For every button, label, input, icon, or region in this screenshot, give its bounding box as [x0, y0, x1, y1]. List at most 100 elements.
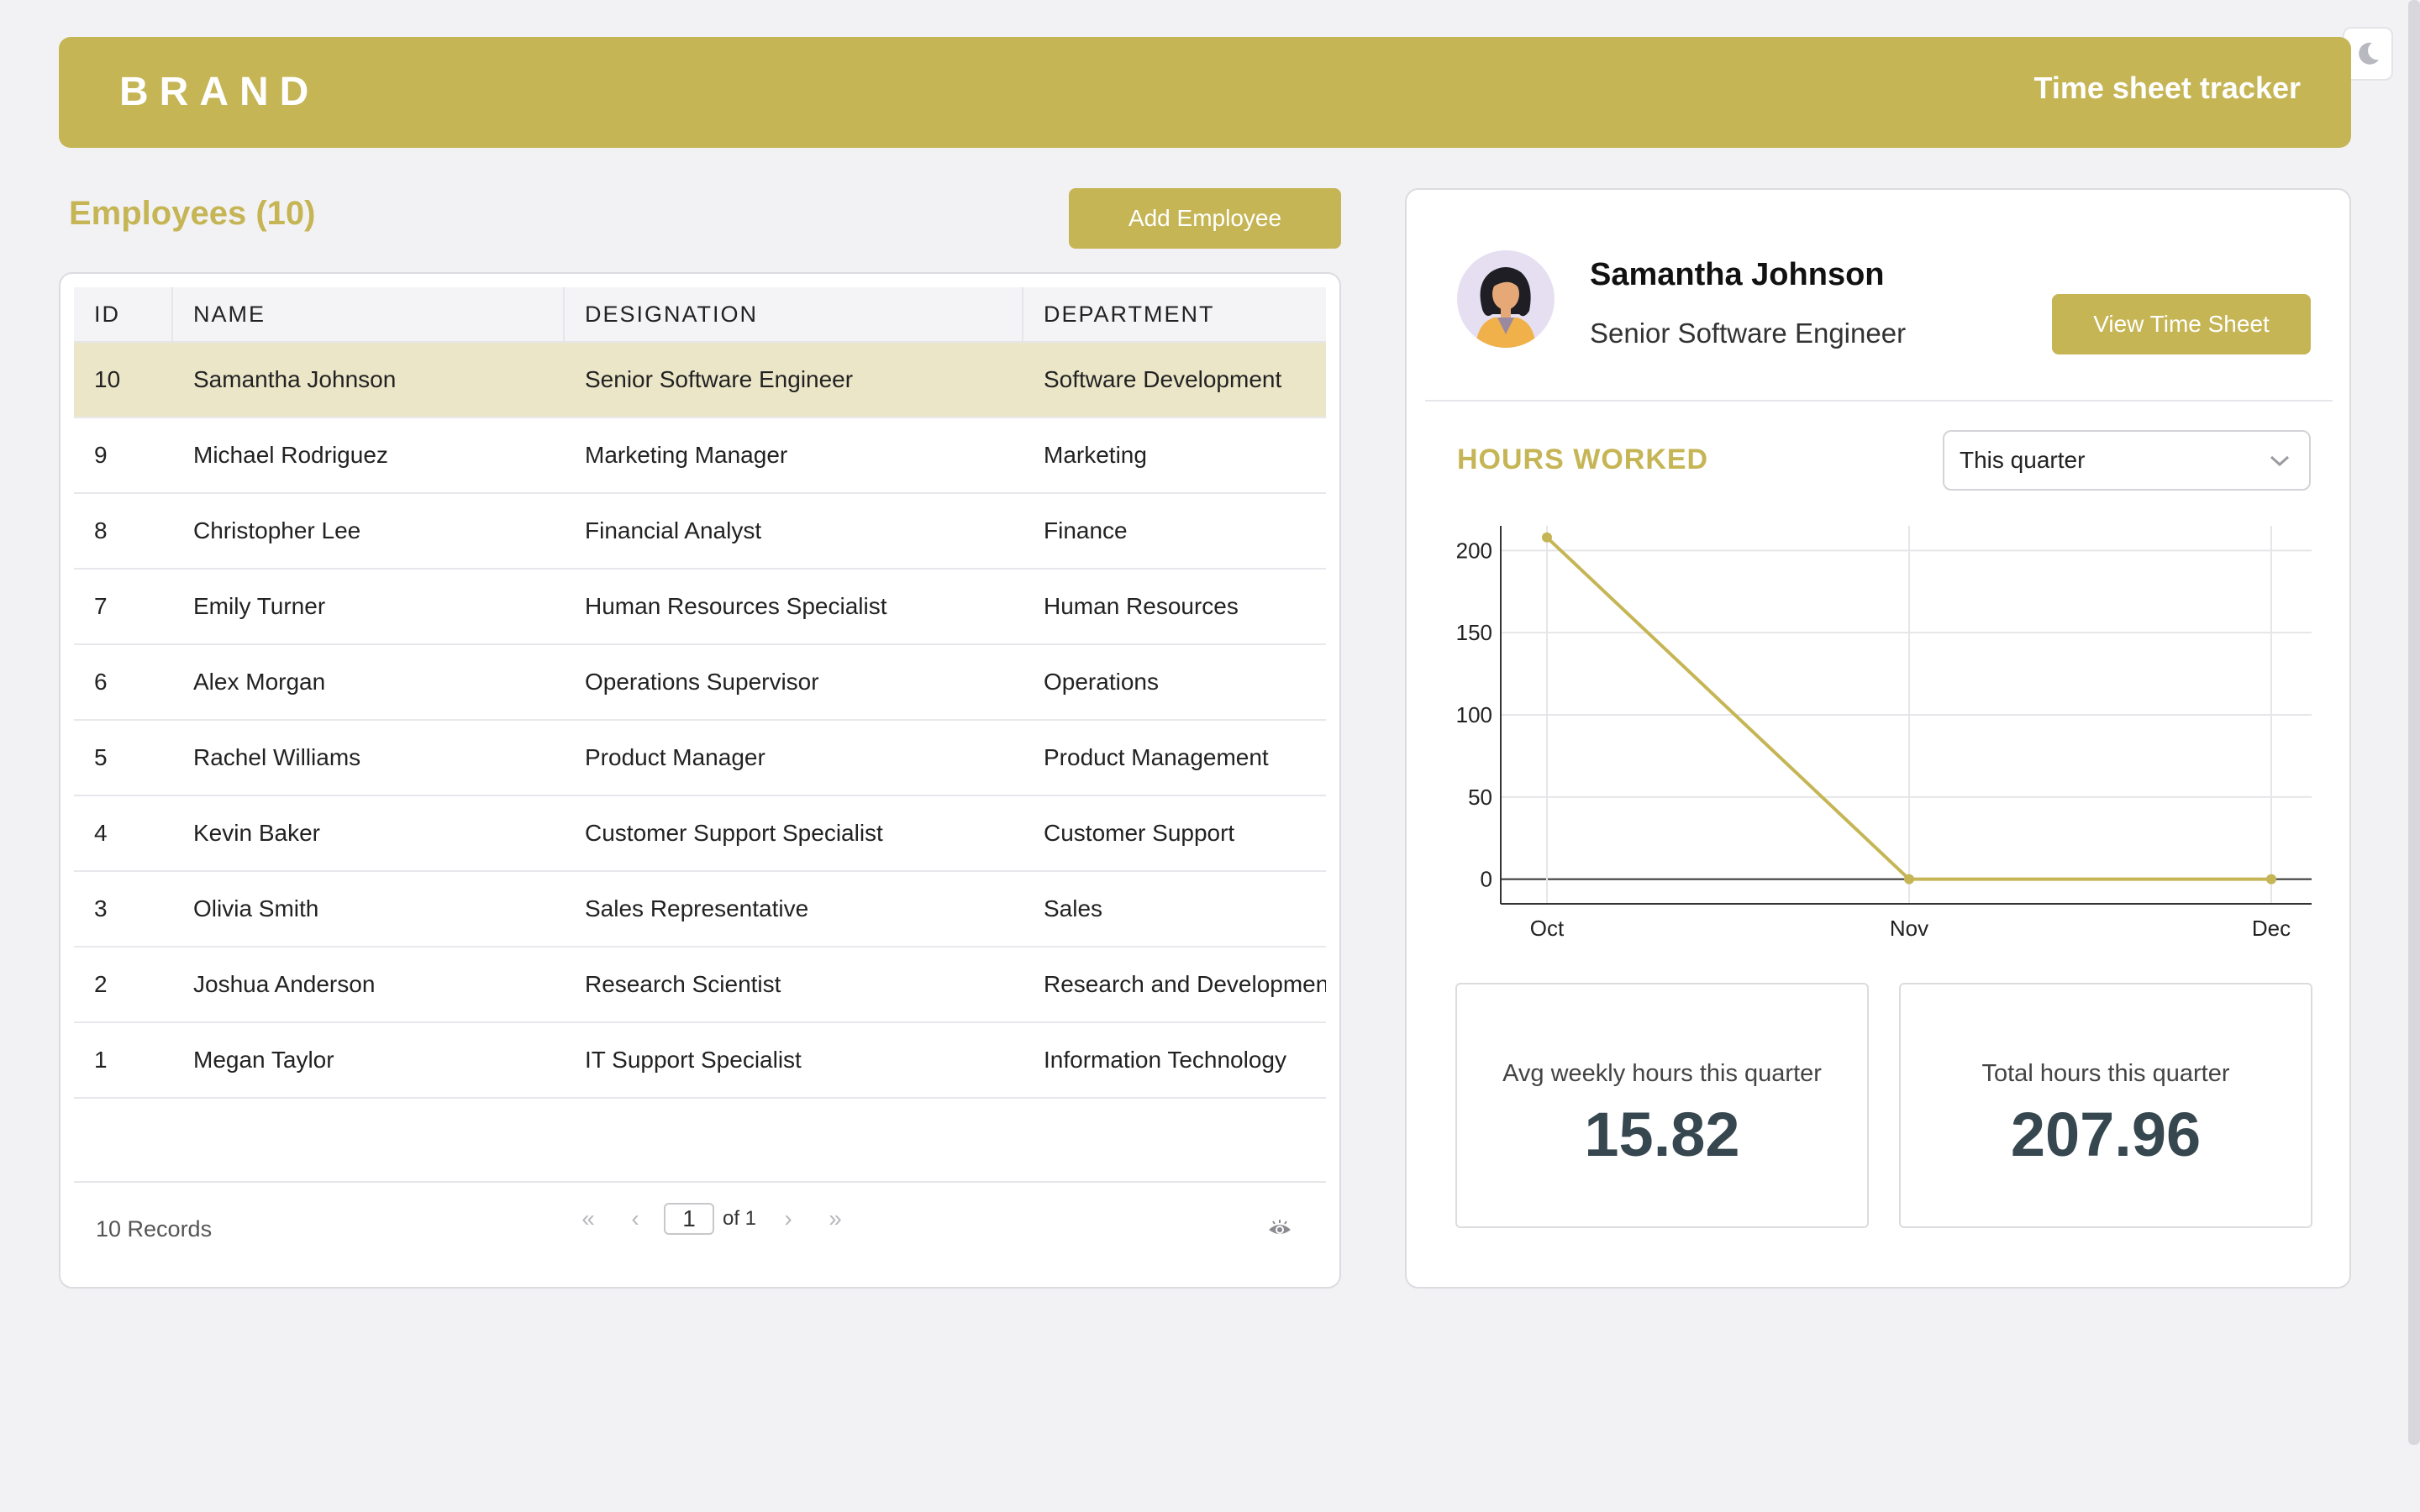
page-input[interactable]: 1 [664, 1203, 714, 1235]
cell-designation: Marketing Manager [585, 442, 788, 468]
brand-logo: BRAND [119, 70, 320, 114]
stat-value: 207.96 [2010, 1100, 2202, 1169]
x-tick-label: Dec [2252, 916, 2291, 941]
view-time-sheet-button[interactable]: View Time Sheet [2052, 294, 2311, 354]
hours-worked-chart: 0 50 100 150 200 Oct Nov Dec [1456, 526, 2312, 941]
x-tick-label: Nov [1890, 916, 1928, 941]
add-employee-button[interactable]: Add Employee [1069, 188, 1341, 249]
table-row[interactable]: 5 Rachel Williams Product Manager Product M… [74, 721, 1326, 796]
cell-name: Megan Taylor [193, 1047, 334, 1073]
table-footer-divider [74, 1181, 1326, 1183]
cell-designation: Product Manager [585, 744, 765, 770]
table-header: ID NAME DESIGNATION DEPARTMENT [74, 287, 1326, 343]
table-row[interactable]: 4 Kevin Baker Customer Support Specialist C… [74, 796, 1326, 872]
cell-department: Operations [1044, 669, 1159, 695]
y-tick-label: 150 [1456, 620, 1492, 645]
period-select-value: This quarter [1960, 447, 2086, 473]
table-row[interactable]: 10 Samantha Johnson Senior Software Engine… [74, 343, 1326, 418]
employees-title: Employees (10) [69, 195, 316, 232]
cell-designation: Customer Support Specialist [585, 820, 883, 846]
cell-name: Olivia Smith [193, 895, 319, 921]
table-body: 10 Samantha Johnson Senior Software Engine… [74, 343, 1326, 1099]
cell-name: Kevin Baker [193, 820, 320, 846]
cell-id: 9 [94, 442, 108, 468]
employees-table-card: ID NAME DESIGNATION DEPARTMENT 10 Samanth… [59, 272, 1341, 1289]
table-row[interactable]: 6 Alex Morgan Operations Supervisor Operati… [74, 645, 1326, 721]
column-header-designation[interactable]: DESIGNATION [565, 287, 1023, 341]
page-total: of 1 [723, 1207, 757, 1230]
y-tick-label: 200 [1456, 538, 1492, 563]
cell-name: Michael Rodriguez [193, 442, 388, 468]
cell-id: 8 [94, 517, 108, 543]
table-row[interactable]: 7 Emily Turner Human Resources Specialist H… [74, 570, 1326, 645]
cell-name: Joshua Anderson [193, 971, 376, 997]
total-hours-stat: Total hours this quarter 207.96 [1899, 983, 2312, 1228]
cell-id: 7 [94, 593, 108, 619]
stat-label: Avg weekly hours this quarter [1502, 1060, 1822, 1087]
eye-icon [1269, 1220, 1291, 1234]
cell-department: Research and Developmen [1044, 971, 1326, 997]
cell-id: 6 [94, 669, 108, 695]
stat-label: Total hours this quarter [1981, 1060, 2230, 1087]
column-header-department[interactable]: DEPARTMENT [1023, 287, 1326, 341]
avatar [1457, 250, 1555, 348]
table-row[interactable]: 2 Joshua Anderson Research Scientist Resear… [74, 948, 1326, 1023]
table-row[interactable]: 8 Christopher Lee Financial Analyst Finance [74, 494, 1326, 570]
next-page-button[interactable]: › [765, 1205, 812, 1232]
detail-divider [1425, 400, 2333, 402]
data-point [1542, 532, 1552, 543]
cell-designation: Sales Representative [585, 895, 809, 921]
stat-value: 15.82 [1584, 1100, 1740, 1169]
cell-name: Alex Morgan [193, 669, 326, 695]
cell-id: 10 [94, 366, 121, 392]
column-header-id[interactable]: ID [74, 287, 173, 341]
records-count: 10 Records [96, 1216, 213, 1242]
cell-department: Product Management [1044, 744, 1269, 770]
employee-role: Senior Software Engineer [1590, 318, 1907, 349]
pagination: « ‹ 1 of 1 › » [565, 1203, 859, 1235]
data-point [1904, 874, 1914, 885]
cell-department: Marketing [1044, 442, 1147, 468]
cell-id: 2 [94, 971, 108, 997]
cell-department: Software Development [1044, 366, 1282, 392]
column-header-name[interactable]: NAME [173, 287, 565, 341]
avg-weekly-hours-stat: Avg weekly hours this quarter 15.82 [1455, 983, 1869, 1228]
cell-name: Emily Turner [193, 593, 326, 619]
moon-icon [2359, 42, 2379, 65]
employee-name: Samantha Johnson [1590, 257, 1885, 292]
table-row[interactable]: 3 Olivia Smith Sales Representative Sales [74, 872, 1326, 948]
cell-id: 1 [94, 1047, 108, 1073]
cell-name: Rachel Williams [193, 744, 361, 770]
x-tick-label: Oct [1530, 916, 1565, 941]
prev-page-button[interactable]: ‹ [612, 1205, 659, 1232]
chevron-down-icon [2270, 455, 2290, 467]
table-row[interactable]: 1 Megan Taylor IT Support Specialist Inform… [74, 1023, 1326, 1099]
cell-department: Human Resources [1044, 593, 1239, 619]
cell-name: Christopher Lee [193, 517, 361, 543]
cell-designation: Operations Supervisor [585, 669, 819, 695]
cell-department: Information Technology [1044, 1047, 1286, 1073]
last-page-button[interactable]: » [812, 1205, 859, 1232]
cell-designation: Research Scientist [585, 971, 781, 997]
app-title: Time sheet tracker [2033, 71, 2301, 105]
y-tick-label: 100 [1456, 702, 1492, 727]
y-tick-label: 0 [1481, 867, 1492, 892]
cell-id: 5 [94, 744, 108, 770]
table-row[interactable]: 9 Michael Rodriguez Marketing Manager Marke… [74, 418, 1326, 494]
column-visibility-button[interactable] [1267, 1218, 1292, 1242]
cell-name: Samantha Johnson [193, 366, 397, 392]
employee-detail-card: Samantha Johnson Senior Software Enginee… [1405, 188, 2351, 1289]
cell-id: 4 [94, 820, 108, 846]
y-tick-label: 50 [1468, 785, 1492, 810]
period-select[interactable]: This quarter [1943, 430, 2311, 491]
cell-id: 3 [94, 895, 108, 921]
cell-designation: Human Resources Specialist [585, 593, 887, 619]
page-scrollbar[interactable] [2408, 0, 2420, 1445]
cell-designation: IT Support Specialist [585, 1047, 802, 1073]
employees-table: ID NAME DESIGNATION DEPARTMENT 10 Samanth… [74, 287, 1326, 1099]
app-header: BRAND Time sheet tracker [59, 37, 2351, 148]
cell-department: Finance [1044, 517, 1128, 543]
cell-department: Sales [1044, 895, 1103, 921]
first-page-button[interactable]: « [565, 1205, 612, 1232]
cell-designation: Senior Software Engineer [585, 366, 854, 392]
